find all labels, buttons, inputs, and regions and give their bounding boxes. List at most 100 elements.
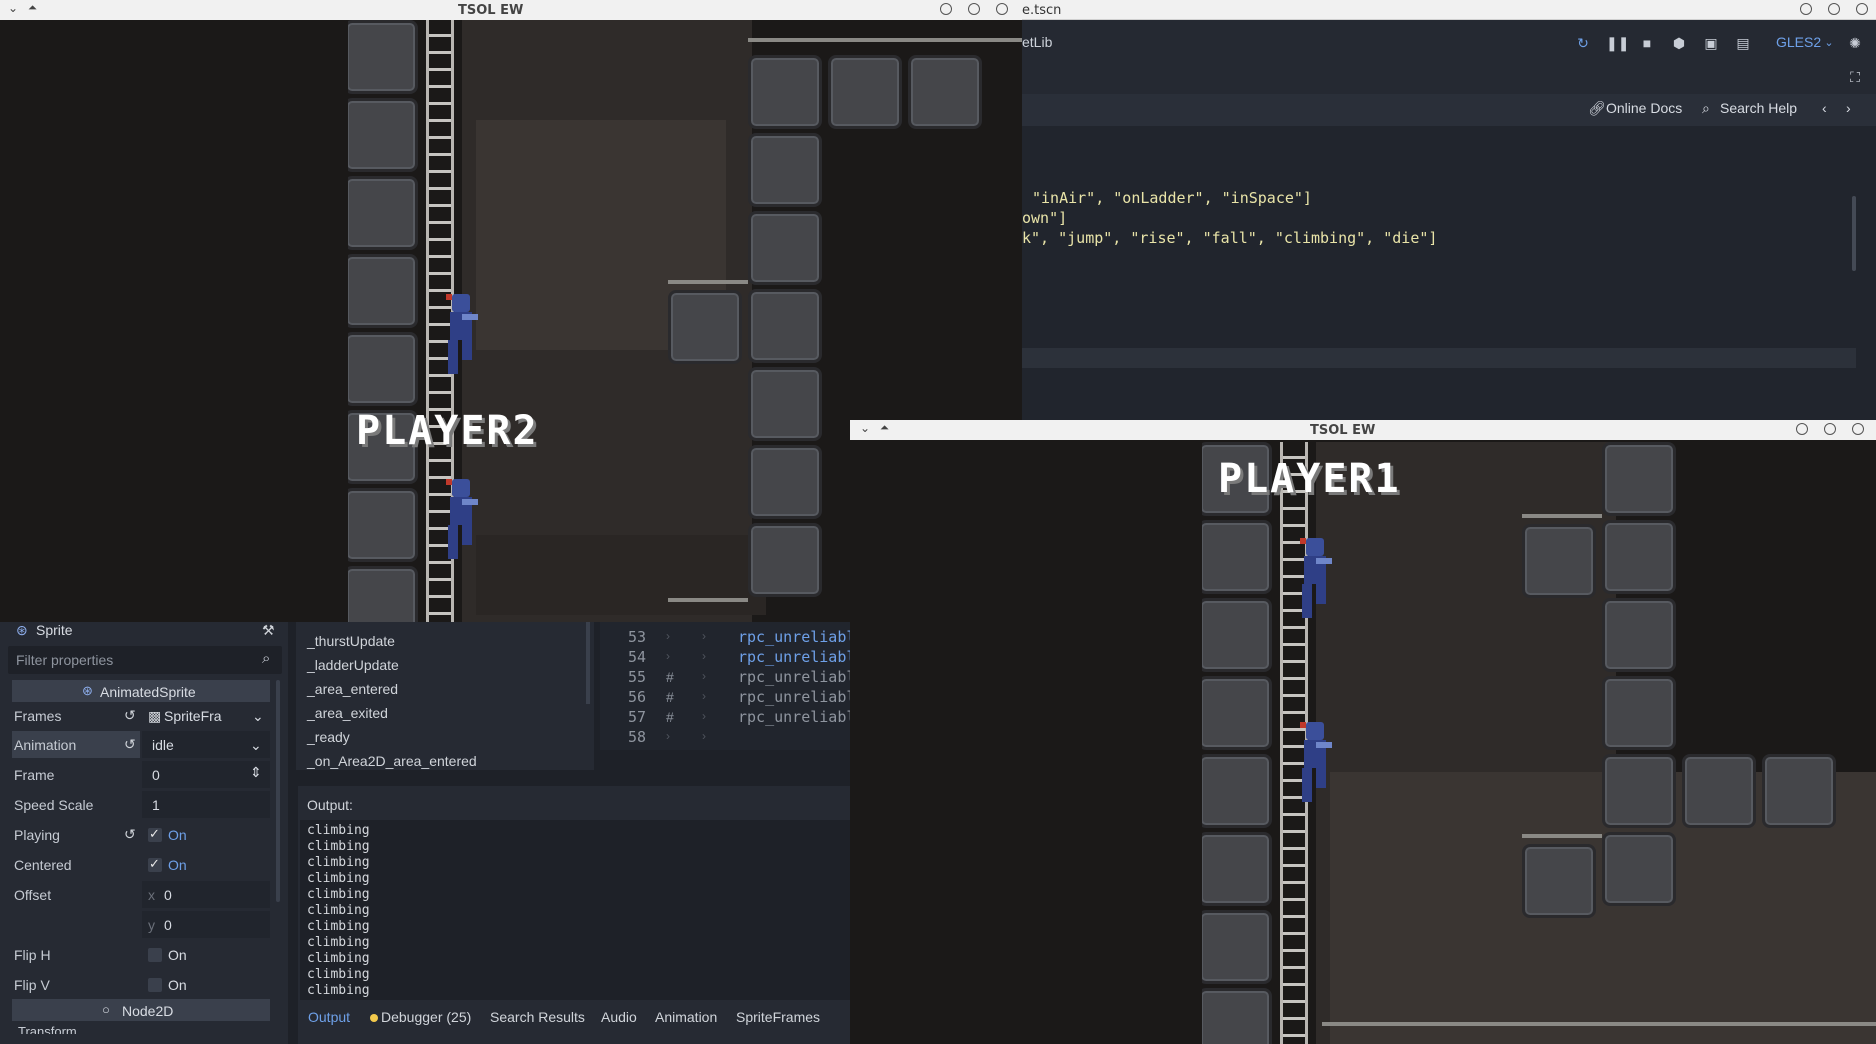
spin-arrows-icon[interactable]: ⇕ <box>250 764 262 781</box>
playing-checkbox[interactable]: On <box>142 821 270 848</box>
output-line: climbing <box>307 887 370 902</box>
background-wall <box>476 535 766 615</box>
checkbox-checked-icon[interactable] <box>148 856 162 872</box>
code-scrollbar[interactable] <box>1852 196 1856 271</box>
inspector-scrollbar[interactable] <box>276 680 280 902</box>
minimize-icon[interactable] <box>1796 423 1808 435</box>
method-item[interactable]: _ready <box>307 729 350 745</box>
stone-tile <box>668 290 742 364</box>
stone-tile <box>1202 676 1272 750</box>
revert-icon[interactable]: ↺ <box>124 736 136 753</box>
stone-tile <box>1762 754 1836 828</box>
speed-scale-field[interactable]: 1 <box>142 791 270 818</box>
keep-above-icon[interactable]: ⏶ <box>880 422 889 435</box>
output-line: climbing <box>307 871 370 886</box>
tab-animation[interactable]: Animation <box>655 1009 717 1025</box>
maximize-icon[interactable] <box>968 3 980 15</box>
close-icon[interactable] <box>1852 423 1864 435</box>
fullscreen-icon[interactable]: ⛶ <box>1846 68 1864 86</box>
output-line: climbing <box>307 951 370 966</box>
script-code-line: rpc_unreliabl <box>738 708 856 726</box>
method-list-scrollbar[interactable] <box>586 620 590 704</box>
play-scene-icon[interactable]: ▣ <box>1702 34 1720 52</box>
frames-resource-picker[interactable]: ▩ SpriteFra ⌄ <box>142 702 270 729</box>
scene-tab[interactable]: etLib <box>1022 34 1052 50</box>
method-item[interactable]: _area_entered <box>307 681 398 697</box>
keep-above-icon[interactable]: ⏶ <box>28 2 37 15</box>
pipe <box>1522 514 1602 518</box>
line-number: 55 <box>628 668 647 686</box>
stop-icon[interactable]: ■ <box>1638 34 1656 52</box>
play-custom-scene-icon[interactable]: ▤ <box>1734 34 1752 52</box>
tools-icon[interactable]: ⚒ <box>262 622 275 639</box>
link-icon: 🔗︎ <box>1588 100 1606 116</box>
online-docs-link[interactable]: Online Docs <box>1606 100 1682 116</box>
method-item[interactable]: _thurstUpdate <box>307 633 395 649</box>
output-line: climbing <box>307 935 370 950</box>
playing-value: On <box>168 827 187 843</box>
pipe <box>1322 1022 1876 1026</box>
checkbox-unchecked-icon[interactable] <box>148 978 162 992</box>
node2d-section[interactable]: ○ Node2D <box>12 999 270 1021</box>
close-icon[interactable] <box>1856 3 1868 15</box>
stone-tile <box>1202 988 1272 1044</box>
stone-tile <box>348 20 418 94</box>
prop-frame: Frame 0 ⇕ <box>12 761 270 789</box>
back-icon[interactable]: ‹ <box>1822 100 1827 116</box>
filter-properties-field[interactable]: Filter properties ⌕ <box>8 646 282 674</box>
checkbox-unchecked-icon[interactable] <box>148 948 162 962</box>
fliph-value: On <box>168 947 187 963</box>
android-icon[interactable]: ⬢ <box>1670 34 1688 52</box>
stone-tile <box>348 332 418 406</box>
maximize-icon[interactable] <box>1824 423 1836 435</box>
game-window-player1[interactable]: ⌄ ⏶ TSOL EW PLAYER1 <box>850 420 1876 1044</box>
tab-audio[interactable]: Audio <box>601 1009 637 1025</box>
stone-tile <box>348 176 418 250</box>
renderer-select[interactable]: GLES2 <box>1776 34 1821 50</box>
tab-output[interactable]: Output <box>308 1009 350 1025</box>
prop-animation: Animation ↺ idle ⌄ <box>12 731 270 759</box>
game-window-title: TSOL EW <box>458 3 524 18</box>
method-item[interactable]: _on_Area2D_area_entered <box>307 753 477 769</box>
pause-icon[interactable]: ❚❚ <box>1606 34 1629 52</box>
centered-checkbox[interactable]: On <box>142 851 270 878</box>
search-help-link[interactable]: Search Help <box>1720 100 1797 116</box>
method-item[interactable]: _ladderUpdate <box>307 657 399 673</box>
flip-h-checkbox[interactable]: On <box>142 941 270 968</box>
flip-v-checkbox[interactable]: On <box>142 971 270 998</box>
pipe <box>748 38 1022 42</box>
transform-section[interactable]: Transform <box>18 1024 77 1034</box>
revert-icon[interactable]: ↺ <box>124 826 136 843</box>
gles-chevron-icon[interactable]: ⌄ <box>1820 34 1838 52</box>
stone-tile <box>748 445 822 519</box>
animatedsprite-section[interactable]: ⊛ AnimatedSprite <box>12 680 270 702</box>
window-menu-icon[interactable]: ⌄ <box>8 1 18 15</box>
prop-frames: Frames ↺ ▩ SpriteFra ⌄ <box>12 702 270 730</box>
centered-value: On <box>168 857 187 873</box>
minimize-icon[interactable] <box>1800 3 1812 15</box>
maximize-icon[interactable] <box>1828 3 1840 15</box>
forward-icon[interactable]: › <box>1846 100 1851 116</box>
animation-value: idle <box>152 737 174 753</box>
offset-y-field[interactable]: y 0 <box>142 911 270 938</box>
tab-debugger[interactable]: Debugger (25) <box>381 1009 471 1025</box>
animation-select[interactable]: idle ⌄ <box>142 731 270 758</box>
checkbox-checked-icon[interactable] <box>148 826 162 842</box>
minimize-icon[interactable] <box>940 3 952 15</box>
revert-icon[interactable]: ↺ <box>124 707 136 724</box>
output-log[interactable] <box>300 820 850 1000</box>
method-item[interactable]: _area_exited <box>307 705 388 721</box>
flipv-value: On <box>168 977 187 993</box>
node2d-icon: ○ <box>102 1002 110 1017</box>
prop-frames-label: Frames <box>14 708 62 724</box>
prop-animation-label: Animation <box>14 737 77 753</box>
code-editor[interactable] <box>1020 126 1876 426</box>
tab-spriteframes[interactable]: SpriteFrames <box>736 1009 820 1025</box>
pipe <box>668 280 748 284</box>
tab-search-results[interactable]: Search Results <box>490 1009 585 1025</box>
close-icon[interactable] <box>996 3 1008 15</box>
window-menu-icon[interactable]: ⌄ <box>860 421 870 435</box>
frame-spinbox[interactable]: 0 ⇕ <box>142 761 270 788</box>
offset-x-field[interactable]: x 0 <box>142 881 270 908</box>
reload-icon[interactable]: ↻ <box>1574 34 1592 52</box>
